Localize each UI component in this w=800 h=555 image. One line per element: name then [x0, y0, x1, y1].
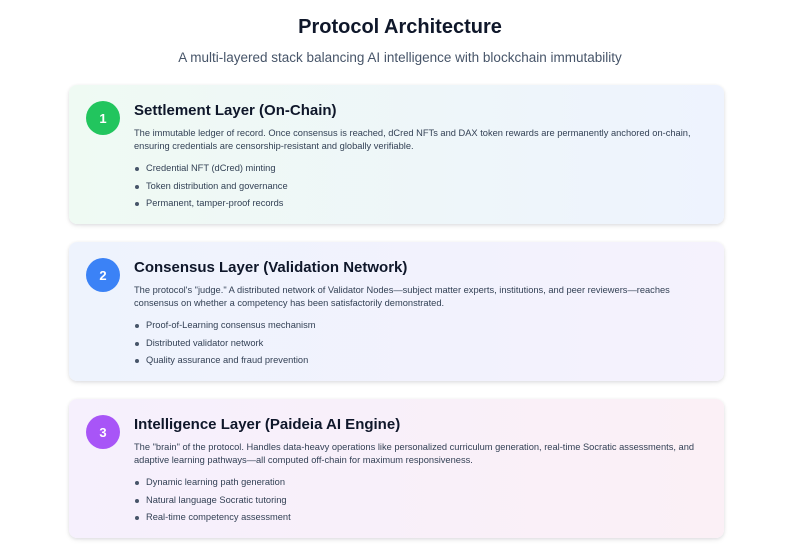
feature-label: Proof-of-Learning consensus mechanism: [146, 320, 316, 330]
bullet-icon: [135, 202, 139, 206]
feature-item: Distributed validator network: [134, 335, 708, 353]
layer-number-badge: 2: [86, 258, 120, 292]
feature-list: Credential NFT (dCred) minting Token dis…: [134, 160, 708, 213]
bullet-icon: [135, 498, 139, 503]
layer-stack: 1 Settlement Layer (On-Chain) The immuta…: [69, 85, 724, 555]
feature-label: Credential NFT (dCred) minting: [146, 163, 276, 173]
feature-list: Proof-of-Learning consensus mechanism Di…: [134, 317, 708, 370]
layer-description: The "brain" of the protocol. Handles dat…: [134, 442, 695, 465]
layer-number-badge: 3: [86, 415, 120, 449]
feature-item: Dynamic learning path generation: [134, 474, 708, 492]
feature-item: Proof-of-Learning consensus mechanism: [134, 317, 708, 335]
layer-title: Consensus Layer (Validation Network): [134, 259, 408, 276]
feature-item: Permanent, tamper-proof records: [134, 195, 708, 213]
feature-label: Natural language Socratic tutoring: [146, 494, 287, 505]
feature-label: Dynamic learning path generation: [146, 477, 286, 487]
bullet-icon: [135, 359, 139, 363]
layer-content: Intelligence Layer (Paideia AI Engine) T…: [134, 415, 708, 527]
feature-item: Natural language Socratic tutoring: [134, 492, 708, 510]
bullet-icon: [135, 481, 139, 485]
layer-title: Settlement Layer (On-Chain): [134, 102, 337, 119]
layer-content: Consensus Layer (Validation Network) The…: [134, 258, 708, 370]
feature-list: Dynamic learning path generation Natural…: [134, 474, 708, 527]
bullet-icon: [135, 167, 139, 171]
feature-item: Token distribution and governance: [134, 178, 708, 196]
feature-label: Permanent, tamper-proof records: [146, 198, 284, 208]
layer-number-badge: 1: [86, 101, 120, 135]
layer-description: The immutable ledger of record. Once con…: [134, 128, 691, 151]
bullet-icon: [135, 516, 139, 520]
feature-item: Credential NFT (dCred) minting: [134, 160, 708, 178]
page-title: Protocol Architecture: [298, 16, 502, 38]
bullet-icon: [135, 184, 139, 189]
page-subtitle: A multi-layered stack balancing AI intel…: [178, 50, 622, 65]
feature-item: Quality assurance and fraud prevention: [134, 352, 708, 370]
layer-content: Settlement Layer (On-Chain) The immutabl…: [134, 101, 708, 213]
page: Protocol Architecture A multi-layered st…: [0, 0, 800, 555]
layer-card-settlement: 1 Settlement Layer (On-Chain) The immuta…: [69, 85, 724, 224]
bullet-icon: [135, 324, 139, 328]
feature-label: Distributed validator network: [146, 337, 264, 348]
feature-label: Token distribution and governance: [146, 180, 288, 191]
page-header: Protocol Architecture A multi-layered st…: [0, 0, 800, 67]
layer-title: Intelligence Layer (Paideia AI Engine): [134, 416, 401, 433]
feature-label: Quality assurance and fraud prevention: [146, 355, 309, 365]
layer-card-intelligence: 3 Intelligence Layer (Paideia AI Engine)…: [69, 399, 724, 538]
layer-description: The protocol's "judge." A distributed ne…: [134, 285, 670, 308]
feature-label: Real-time competency assessment: [146, 512, 291, 522]
layer-card-consensus: 2 Consensus Layer (Validation Network) T…: [69, 242, 724, 381]
feature-item: Real-time competency assessment: [134, 509, 708, 527]
bullet-icon: [135, 341, 139, 346]
